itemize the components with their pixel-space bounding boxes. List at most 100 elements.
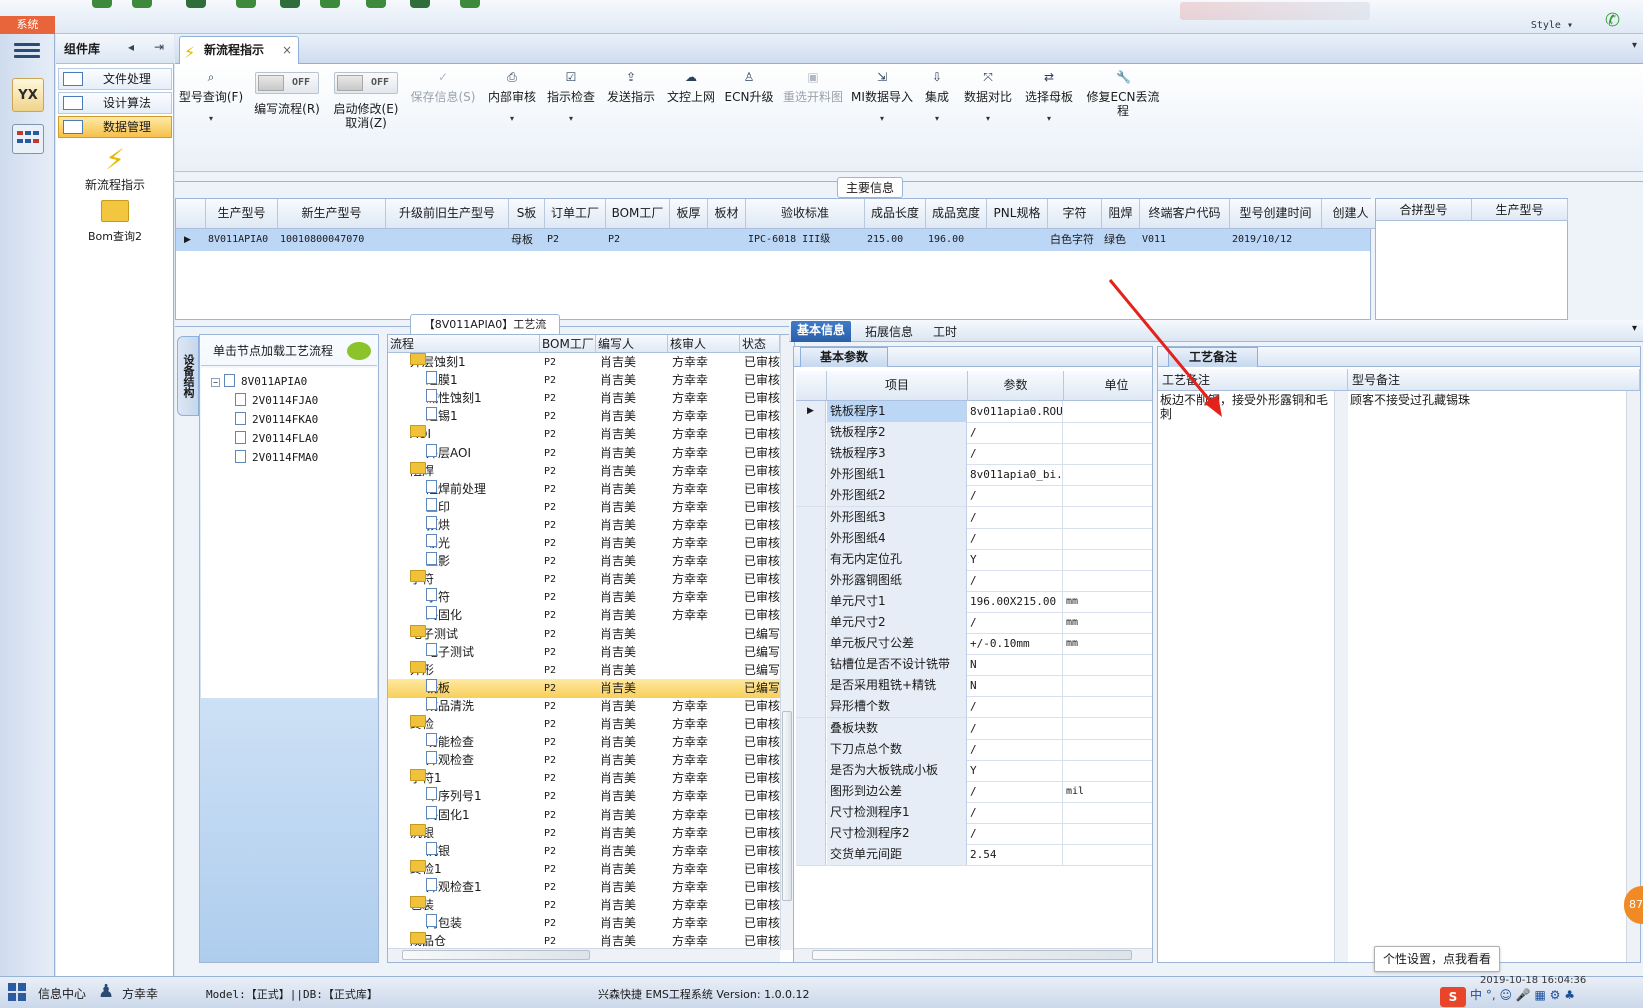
param-row[interactable]: 是否采用粗铣+精铣 N — [796, 675, 1152, 698]
param-row[interactable]: 外形图纸4/ — [796, 527, 1152, 550]
ribbon-button[interactable]: OFF 启动修改(E) 取消(Z) — [327, 70, 405, 130]
param-row[interactable]: 外形图纸18v011apia0_bi... — [796, 464, 1152, 487]
detail-tab[interactable]: 基本信息 — [791, 321, 852, 342]
param-row[interactable]: 是否为大板铣成小板 Y — [796, 759, 1152, 782]
scroll-thumb[interactable] — [782, 711, 792, 901]
flow-row[interactable]: 退膜1 P2 肖吉美 方幸幸 已审核 — [388, 371, 783, 390]
column-header[interactable]: BOM工厂 — [540, 335, 596, 353]
flow-row[interactable]: 终固化1 P2 肖吉美 方幸幸 已审核 — [388, 805, 783, 825]
param-value[interactable]: Y — [968, 759, 1063, 781]
param-value[interactable]: / — [968, 717, 1063, 739]
style-menu[interactable]: Style ▾ — [1531, 20, 1573, 31]
column-header[interactable]: 型号创建时间 — [1230, 199, 1322, 229]
note-scrollbar[interactable] — [1334, 391, 1348, 962]
ribbon-button[interactable]: ☑ 指示检查 ▾ — [545, 70, 597, 126]
ribbon-button[interactable]: ⤧ 数据对比 ▾ — [959, 70, 1017, 126]
flow-row[interactable]: −字符1 P2 肖吉美 方幸幸 已审核 — [388, 769, 783, 788]
chat-bubble-icon[interactable] — [347, 342, 371, 360]
param-value[interactable]: / — [968, 612, 1063, 633]
param-value[interactable]: / — [968, 506, 1063, 528]
param-row[interactable]: 单元尺寸2/mm — [796, 612, 1152, 634]
param-value[interactable]: / — [968, 780, 1063, 802]
menu-icon[interactable] — [14, 40, 40, 60]
subtab-basic-params[interactable]: 基本参数 — [800, 347, 888, 367]
flow-row[interactable]: 阻焊前处理 P2 肖吉美 方幸幸 已审核 — [388, 479, 783, 499]
info-center[interactable]: 信息中心 — [38, 985, 86, 1002]
column-header[interactable]: 字符 — [1048, 199, 1102, 229]
param-value[interactable]: / — [968, 801, 1063, 823]
chevron-down-icon[interactable]: ▾ — [919, 112, 955, 126]
model-note[interactable]: 顾客不接受过孔藏锡珠 — [1350, 393, 1620, 407]
flow-row[interactable]: −AOI P2 肖吉美 方幸幸 已审核 — [388, 425, 783, 444]
param-value[interactable]: / — [968, 696, 1063, 718]
chevron-down-icon[interactable]: ▾ — [1021, 112, 1077, 126]
param-value[interactable]: Y — [968, 548, 1063, 570]
column-header[interactable]: 创建人 — [1322, 199, 1380, 229]
flow-row[interactable]: −包装 P2 肖吉美 方幸幸 已审核 — [388, 896, 783, 915]
param-row[interactable]: 交货单元间距 2.54 — [796, 844, 1152, 867]
toolbar-search-icon[interactable] — [92, 0, 112, 8]
flow-row[interactable]: 铣板 P2 肖吉美 已编写 — [388, 678, 783, 698]
column-header[interactable]: 升级前旧生产型号 — [386, 199, 509, 229]
tree-node[interactable]: − 8V011APIA0 — [211, 372, 307, 391]
param-row[interactable]: 外形露铜图纸 / — [796, 569, 1152, 592]
yx-app-icon[interactable]: YX — [12, 78, 44, 112]
flow-row[interactable]: 外层AOI P2 肖吉美 方幸幸 已审核 — [388, 443, 783, 463]
ribbon-button[interactable]: ⇲ MI数据导入 ▾ — [847, 70, 917, 126]
flow-row[interactable]: 电子测试 P2 肖吉美 已编写 — [388, 642, 783, 662]
ribbon-button[interactable]: ♙ ECN升级 — [723, 70, 775, 104]
toolbar-phone-icon[interactable] — [410, 0, 430, 8]
param-value[interactable]: / — [968, 422, 1063, 444]
ribbon-button[interactable]: ⇄ 选择母板 ▾ — [1021, 70, 1077, 126]
param-value[interactable]: / — [968, 485, 1063, 507]
chevron-down-icon[interactable]: ▾ — [483, 112, 541, 126]
column-header[interactable]: BOM工厂 — [606, 199, 670, 229]
flow-row[interactable]: 字符 P2 肖吉美 方幸幸 已审核 — [388, 588, 783, 607]
ribbon-button[interactable]: OFF 编写流程(R) — [249, 70, 325, 116]
column-header[interactable]: 型号备注 — [1348, 369, 1640, 391]
param-row[interactable]: 叠板块数 / — [796, 717, 1152, 740]
param-value[interactable]: +/-0.10mm — [968, 633, 1063, 655]
table-row[interactable]: ▶ 8V011APIA0 10010800047070 母板 P2 P2 IPC-6018 … — [176, 229, 1370, 251]
collapse-left-icon[interactable]: ◂ — [128, 40, 134, 54]
collapse-icon[interactable]: − — [211, 378, 220, 387]
param-row[interactable]: 尺寸检测程序2/ — [796, 823, 1152, 845]
chevron-down-icon[interactable]: ▾ — [959, 112, 1017, 126]
param-row[interactable]: 铣板程序2/ — [796, 422, 1152, 445]
column-header[interactable]: 阻焊 — [1102, 199, 1140, 229]
ime-tray-icons[interactable]: 中 °, ☺ 🎤 ▦ ⚙ ♣ — [1470, 986, 1575, 1003]
chevron-down-icon[interactable]: ▾ — [847, 112, 917, 126]
column-header[interactable]: 核审人 — [668, 335, 740, 353]
scroll-thumb[interactable] — [812, 950, 1132, 960]
new-flow-launcher[interactable]: ⚡ 新流程指示 — [56, 144, 174, 193]
flow-row[interactable]: 印序列号1 P2 肖吉美 方幸幸 已审核 — [388, 787, 783, 806]
ribbon-button[interactable]: 🔧 修复ECN丢流程 — [1081, 70, 1165, 118]
param-value[interactable]: N — [968, 675, 1063, 697]
toolbar-export-icon[interactable] — [366, 0, 386, 8]
ime-icon[interactable]: S — [1440, 987, 1466, 1007]
tree-node[interactable]: 2V0114FMA0 — [235, 448, 318, 467]
detail-tab[interactable]: 工时 — [927, 323, 963, 341]
param-row[interactable]: 外形图纸2/ — [796, 485, 1152, 508]
tree-node[interactable]: 2V0114FJA0 — [235, 391, 318, 410]
param-value[interactable]: / — [968, 569, 1063, 591]
param-row[interactable]: 外形图纸3/ — [796, 506, 1152, 529]
ribbon-button[interactable]: ⇩ 集成 ▾ — [919, 70, 955, 126]
column-header[interactable]: 合拼型号 — [1376, 199, 1472, 221]
bom-query-launcher[interactable]: Bom查询2 — [56, 200, 174, 244]
flow-row[interactable]: −沉银 P2 肖吉美 方幸幸 已审核 — [388, 823, 783, 843]
column-header[interactable]: 参数 — [968, 371, 1064, 401]
column-header[interactable]: S板 — [509, 199, 545, 229]
tree-node[interactable]: 2V0114FLA0 — [235, 429, 318, 448]
ribbon-button[interactable]: ⎙ 内部审核 ▾ — [483, 70, 541, 126]
column-header[interactable]: 状态 — [740, 335, 780, 353]
column-header[interactable]: 编写人 — [596, 335, 668, 353]
param-row[interactable]: 异形槽个数 / — [796, 696, 1152, 719]
flow-row[interactable]: 外观检查 P2 肖吉美 方幸幸 已审核 — [388, 751, 783, 770]
param-row[interactable]: 图形到边公差 / mil — [796, 780, 1152, 803]
flow-row[interactable]: 丝印 P2 肖吉美 方幸幸 已审核 — [388, 497, 783, 517]
flow-row[interactable]: −外形 P2 肖吉美 已编写 — [388, 660, 783, 680]
param-row[interactable]: 下刀点总个数 / — [796, 738, 1152, 761]
column-header[interactable]: 终端客户代码 — [1140, 199, 1230, 229]
flow-row[interactable]: −电子测试 P2 肖吉美 已编写 — [388, 624, 783, 644]
